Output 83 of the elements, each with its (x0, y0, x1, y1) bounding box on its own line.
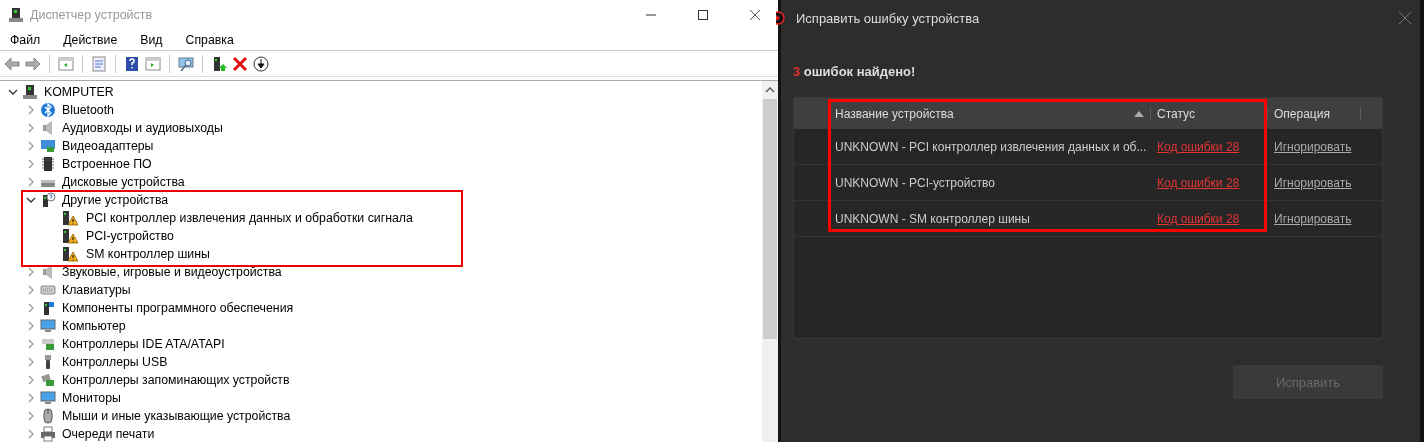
device-name: UNKNOWN - SM контроллер шины (834, 211, 1031, 226)
tree-item[interactable]: Контроллеры запоминающих устройств (62, 373, 290, 387)
panel-icon[interactable] (58, 56, 74, 72)
expand-chevron-icon[interactable] (26, 159, 36, 169)
expand-chevron-icon[interactable] (26, 321, 36, 331)
computer-arrow-icon[interactable] (211, 56, 227, 72)
back-arrow-icon[interactable] (4, 56, 20, 72)
help-icon[interactable] (124, 56, 140, 72)
tree-item[interactable]: Компьютер (62, 319, 126, 333)
monitor-search-icon[interactable] (178, 56, 194, 72)
computer-icon (22, 84, 38, 100)
tree-item[interactable]: PCI контроллер извлечения данных и обработки сигнала (86, 211, 413, 225)
expand-chevron-icon[interactable] (26, 375, 36, 385)
chip-icon (40, 156, 56, 172)
tree-item[interactable]: SM контроллер шины (86, 247, 210, 261)
close-icon (1399, 12, 1411, 24)
expand-chevron-icon[interactable] (26, 357, 36, 367)
tree-item[interactable]: Очереди печати (62, 427, 155, 441)
error-code-link[interactable]: Код ошибки 28 (1157, 175, 1240, 190)
mouse-icon (40, 408, 56, 424)
app-icon (8, 7, 24, 23)
tree-item[interactable]: Видеоадаптеры (62, 139, 154, 153)
window-title: Диспетчер устройств (30, 8, 154, 22)
tree-item[interactable]: Контроллеры USB (62, 355, 168, 369)
expand-chevron-icon[interactable] (26, 429, 36, 439)
collapse-chevron-icon[interactable] (26, 195, 36, 205)
scrollbar[interactable] (762, 81, 778, 442)
bluetooth-icon (40, 102, 56, 118)
tree-item[interactable]: Мониторы (62, 391, 121, 405)
device-name: UNKNOWN - PCI-устройство (834, 175, 996, 190)
menu-item[interactable]: Вид (134, 33, 169, 47)
forward-arrow-icon[interactable] (25, 56, 41, 72)
expand-chevron-icon[interactable] (26, 123, 36, 133)
storage-controller-icon (40, 372, 56, 388)
delete-icon[interactable] (232, 56, 248, 72)
error-code-link[interactable]: Код ошибки 28 (1157, 211, 1240, 226)
unknown-device-icon (40, 192, 56, 208)
ignore-link[interactable]: Игнорировать (1274, 175, 1352, 190)
close-icon (750, 10, 760, 20)
download-icon[interactable] (253, 56, 269, 72)
expand-chevron-icon[interactable] (26, 105, 36, 115)
properties-icon[interactable] (91, 56, 107, 72)
expand-chevron-icon[interactable] (26, 393, 36, 403)
expand-chevron-icon[interactable] (26, 411, 36, 421)
device-name: UNKNOWN - PCI контроллер извлечения данных и об... (834, 139, 1148, 154)
sort-up-icon (1134, 110, 1144, 117)
tree-item[interactable]: Клавиатуры (62, 283, 131, 297)
tree-item[interactable]: Мыши и иные указывающие устройства (62, 409, 291, 423)
keyboard-icon (40, 282, 56, 298)
tree-item[interactable]: Звуковые, игровые и видеоустройства (62, 265, 282, 279)
tree-item[interactable]: Контроллеры IDE ATA/ATAPI (62, 337, 225, 351)
tree-item[interactable]: KOMPUTER (44, 85, 114, 99)
panel-icon[interactable] (145, 56, 161, 72)
column-header[interactable]: Название устройства (829, 106, 1151, 121)
expand-chevron-icon[interactable] (26, 177, 36, 187)
display-adapter-icon (40, 138, 56, 154)
menu-item[interactable]: Действие (57, 33, 124, 47)
tree-item[interactable]: Встроенное ПО (62, 157, 152, 171)
expand-chevron-icon[interactable] (26, 141, 36, 151)
maximize-icon (698, 10, 708, 20)
tree-item[interactable]: Дисковые устройства (62, 175, 185, 189)
ignore-link[interactable]: Игнорировать (1274, 139, 1352, 154)
tree-item[interactable]: Аудиовходы и аудиовыходы (62, 121, 223, 135)
column-header[interactable]: Статус (1151, 106, 1268, 121)
column-header[interactable]: Операция (1268, 106, 1361, 121)
expand-chevron-icon[interactable] (26, 267, 36, 277)
dialog-title: Исправить ошибку устройства (796, 10, 981, 26)
tree-item[interactable]: Компоненты программного обеспечения (62, 301, 294, 315)
monitor-icon (40, 390, 56, 406)
expand-chevron-icon[interactable] (26, 285, 36, 295)
tree-item[interactable]: PCI-устройство (86, 229, 174, 243)
tree-item[interactable]: Другие устройства (62, 193, 169, 207)
error-code-link[interactable]: Код ошибки 28 (1157, 139, 1240, 154)
ignore-link[interactable]: Игнорировать (1274, 211, 1352, 226)
collapse-chevron-icon[interactable] (8, 87, 18, 97)
summary-heading: 3 ошибок найдено! (793, 64, 917, 79)
controller-icon (40, 336, 56, 352)
menu-item[interactable]: Справка (179, 33, 240, 47)
monitor-icon (40, 318, 56, 334)
tree-item[interactable]: Bluetooth (62, 103, 114, 117)
expand-chevron-icon[interactable] (26, 303, 36, 313)
expand-chevron-icon[interactable] (26, 339, 36, 349)
menu-item[interactable]: Файл (4, 33, 47, 47)
